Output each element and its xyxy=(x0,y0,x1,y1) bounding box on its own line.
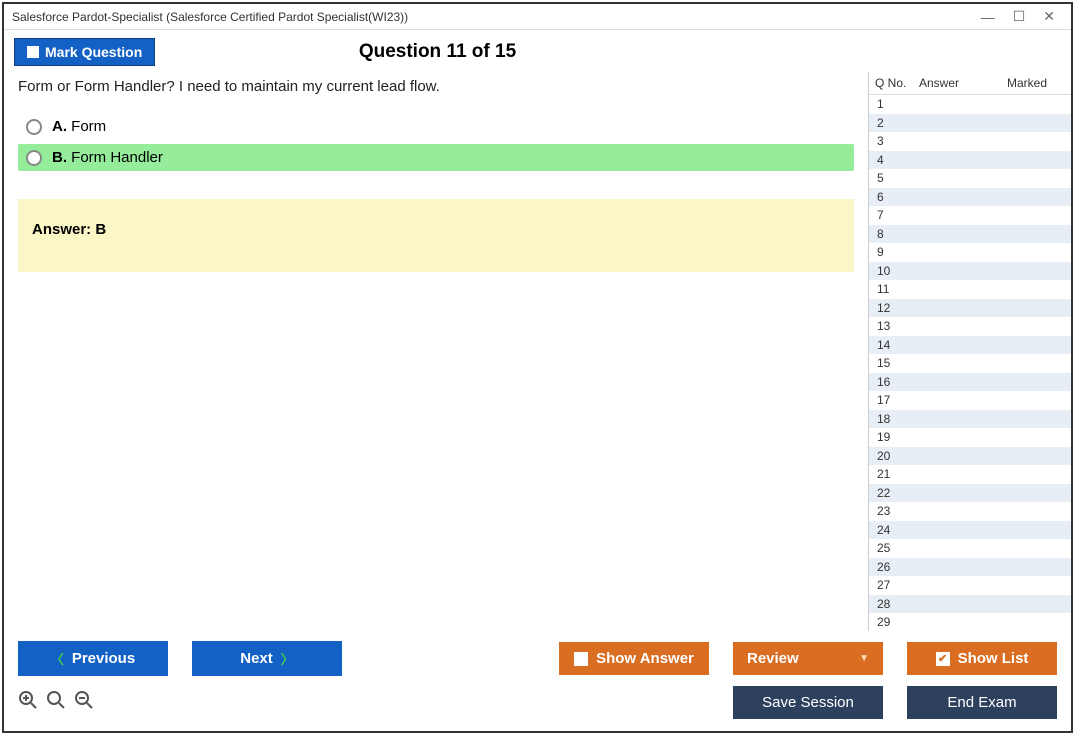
save-session-label: Save Session xyxy=(762,694,854,711)
app-window: Salesforce Pardot-Specialist (Salesforce… xyxy=(2,2,1073,733)
save-session-button[interactable]: Save Session xyxy=(733,686,883,719)
chevron-down-icon: ▼ xyxy=(859,653,869,664)
next-button[interactable]: Next 〉 xyxy=(192,641,342,676)
chevron-right-icon: 〉 xyxy=(281,649,294,668)
window-controls: — ☐ ✕ xyxy=(981,8,1063,25)
list-row[interactable]: 10 xyxy=(869,262,1071,281)
col-qno: Q No. xyxy=(875,76,919,90)
list-row[interactable]: 19 xyxy=(869,428,1071,447)
list-row[interactable]: 20 xyxy=(869,447,1071,466)
list-row[interactable]: 17 xyxy=(869,391,1071,410)
list-row[interactable]: 12 xyxy=(869,299,1071,318)
list-row[interactable]: 13 xyxy=(869,317,1071,336)
list-row[interactable]: 25 xyxy=(869,539,1071,558)
option-letter: A. xyxy=(52,118,67,135)
list-row[interactable]: 18 xyxy=(869,410,1071,429)
radio-icon[interactable] xyxy=(26,150,42,166)
show-answer-label: Show Answer xyxy=(596,650,694,667)
question-list[interactable]: 1234567891011121314151617181920212223242… xyxy=(869,94,1071,631)
list-row[interactable]: 24 xyxy=(869,521,1071,540)
maximize-icon[interactable]: ☐ xyxy=(1013,8,1026,25)
list-row[interactable]: 27 xyxy=(869,576,1071,595)
radio-icon[interactable] xyxy=(26,119,42,135)
zoom-reset-icon[interactable] xyxy=(46,690,66,716)
zoom-in-icon[interactable] xyxy=(18,690,38,716)
end-exam-label: End Exam xyxy=(947,694,1016,711)
list-row[interactable]: 29 xyxy=(869,613,1071,631)
col-answer: Answer xyxy=(919,76,989,90)
answer-label: Answer: B xyxy=(32,221,106,238)
list-row[interactable]: 23 xyxy=(869,502,1071,521)
next-label: Next xyxy=(240,650,273,667)
list-row[interactable]: 14 xyxy=(869,336,1071,355)
option-a[interactable]: A. Form xyxy=(18,113,854,140)
previous-button[interactable]: 〈 Previous xyxy=(18,641,168,676)
zoom-out-icon[interactable] xyxy=(74,690,94,716)
show-answer-button[interactable]: Show Answer xyxy=(559,642,709,675)
show-list-button[interactable]: ✔ Show List xyxy=(907,642,1057,675)
question-pane: Form or Form Handler? I need to maintain… xyxy=(4,72,868,631)
end-exam-button[interactable]: End Exam xyxy=(907,686,1057,719)
list-row[interactable]: 3 xyxy=(869,132,1071,151)
window-title: Salesforce Pardot-Specialist (Salesforce… xyxy=(12,10,408,24)
question-list-pane: Q No. Answer Marked 12345678910111213141… xyxy=(868,72,1071,631)
close-icon[interactable]: ✕ xyxy=(1043,8,1055,25)
review-label: Review xyxy=(747,650,799,667)
minimize-icon[interactable]: — xyxy=(981,9,995,25)
mark-question-label: Mark Question xyxy=(45,44,142,60)
footer-row-1: 〈 Previous Next 〉 Show Answer Review ▼ ✔… xyxy=(18,641,1057,676)
checkbox-icon xyxy=(27,46,39,58)
option-b[interactable]: B. Form Handler xyxy=(18,144,854,171)
footer: 〈 Previous Next 〉 Show Answer Review ▼ ✔… xyxy=(4,631,1071,731)
previous-label: Previous xyxy=(72,650,135,667)
option-letter: B. xyxy=(52,149,67,166)
list-row[interactable]: 11 xyxy=(869,280,1071,299)
col-marked: Marked xyxy=(989,76,1065,90)
list-row[interactable]: 8 xyxy=(869,225,1071,244)
list-row[interactable]: 6 xyxy=(869,188,1071,207)
content: Form or Form Handler? I need to maintain… xyxy=(4,72,1071,631)
list-row[interactable]: 15 xyxy=(869,354,1071,373)
list-row[interactable]: 26 xyxy=(869,558,1071,577)
list-row[interactable]: 16 xyxy=(869,373,1071,392)
review-dropdown[interactable]: Review ▼ xyxy=(733,642,883,675)
chevron-left-icon: 〈 xyxy=(51,649,64,668)
mark-question-button[interactable]: Mark Question xyxy=(14,38,155,66)
footer-row-2: Save Session End Exam xyxy=(18,686,1057,719)
list-row[interactable]: 28 xyxy=(869,595,1071,614)
list-row[interactable]: 4 xyxy=(869,151,1071,170)
list-row[interactable]: 5 xyxy=(869,169,1071,188)
option-text: Form Handler xyxy=(71,149,163,166)
list-row[interactable]: 9 xyxy=(869,243,1071,262)
list-header: Q No. Answer Marked xyxy=(869,72,1071,94)
list-row[interactable]: 21 xyxy=(869,465,1071,484)
show-list-label: Show List xyxy=(958,650,1029,667)
option-text: Form xyxy=(71,118,106,135)
answer-box: Answer: B xyxy=(18,199,854,272)
zoom-controls xyxy=(18,690,94,716)
header: Mark Question Question 11 of 15 xyxy=(4,30,1071,72)
checkbox-checked-icon: ✔ xyxy=(936,652,950,666)
list-row[interactable]: 1 xyxy=(869,95,1071,114)
list-row[interactable]: 7 xyxy=(869,206,1071,225)
checkbox-icon xyxy=(574,652,588,666)
titlebar: Salesforce Pardot-Specialist (Salesforce… xyxy=(4,4,1071,30)
list-row[interactable]: 22 xyxy=(869,484,1071,503)
list-row[interactable]: 2 xyxy=(869,114,1071,133)
question-text: Form or Form Handler? I need to maintain… xyxy=(18,78,854,95)
